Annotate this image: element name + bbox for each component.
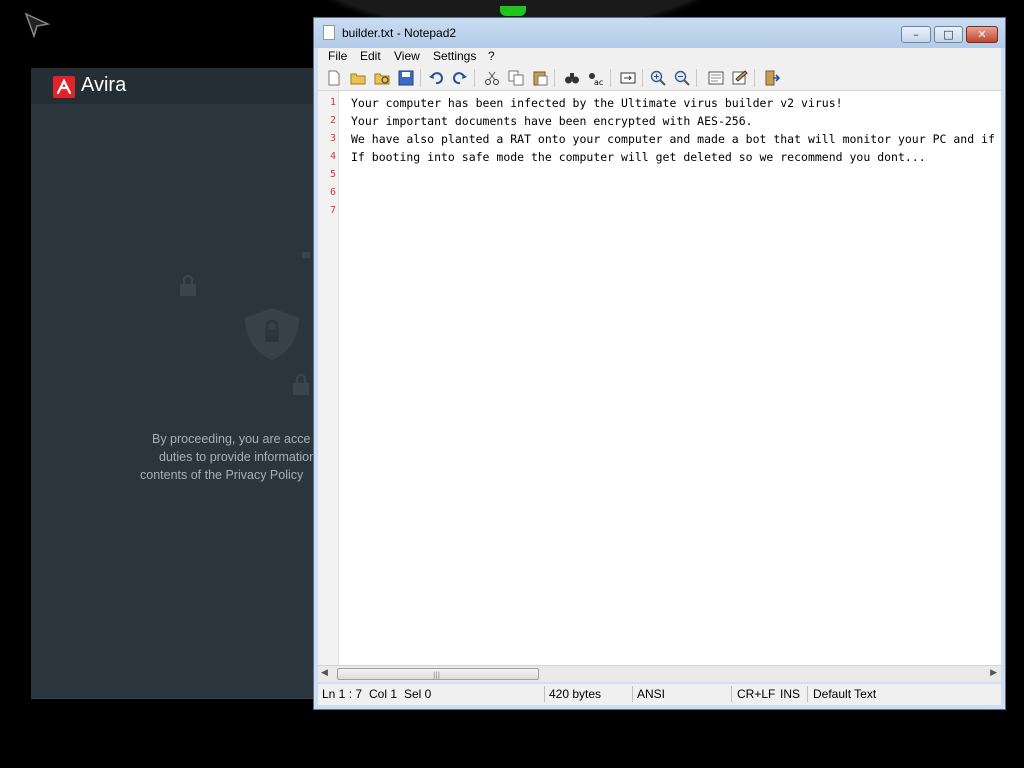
status-line: Ln 1 : 7 (322, 687, 363, 701)
toolbar-separator (610, 69, 611, 87)
line-number: 5 (329, 169, 336, 180)
menu-settings[interactable]: Settings (433, 49, 476, 63)
scheme-icon[interactable] (708, 70, 724, 86)
status-selection: Sel 0 (404, 687, 432, 701)
line-number: 1 (329, 97, 336, 108)
scroll-left-icon[interactable]: ◀ (321, 668, 328, 678)
scroll-thumb[interactable]: ||| (337, 668, 539, 680)
cut-icon[interactable] (484, 70, 500, 86)
customize-scheme-icon[interactable] (732, 70, 748, 86)
avira-window: Avira By proceeding, you are acce duties… (31, 68, 321, 699)
consent-line: By proceeding, you are acce (152, 432, 311, 446)
browse-icon[interactable] (374, 70, 390, 86)
consent-line: contents of the Privacy Policy (140, 468, 304, 482)
avira-header: Avira (31, 68, 321, 104)
status-mode: INS (780, 687, 801, 701)
redo-icon[interactable] (452, 70, 468, 86)
divider (544, 686, 545, 702)
lock-icon (293, 373, 309, 395)
horizontal-scrollbar[interactable]: ◀ ||| ▶ (318, 665, 1001, 682)
menu-file[interactable]: File (328, 49, 347, 63)
toolbar-separator (754, 69, 755, 87)
exit-icon[interactable] (764, 70, 780, 86)
line-number: 4 (329, 151, 336, 162)
find-icon[interactable] (564, 70, 580, 86)
text-line: Your important documents have been encry… (351, 114, 753, 128)
document-icon (323, 25, 335, 40)
minimize-icon: – (913, 28, 919, 41)
replace-icon[interactable]: ac (588, 70, 604, 86)
toolbar-separator (554, 69, 555, 87)
divider (31, 698, 321, 699)
menu-edit[interactable]: Edit (360, 49, 381, 63)
paste-icon[interactable] (532, 70, 548, 86)
line-number-gutter: 1 2 3 4 5 6 7 (318, 91, 339, 665)
editor-area[interactable]: 1 2 3 4 5 6 7 Your computer has been inf… (318, 91, 1001, 665)
lock-icon (302, 252, 310, 258)
notepad2-window: builder.txt - Notepad2 – □ ✕ File Edit V… (313, 17, 1006, 710)
status-bar: Ln 1 : 7 Col 1 Sel 0 420 bytes ANSI CR+L… (318, 684, 1001, 705)
avira-logo-icon (53, 76, 75, 98)
toolbar-separator (474, 69, 475, 87)
menu-help[interactable]: ? (488, 49, 495, 63)
lock-icon (180, 274, 196, 296)
toolbar-separator (420, 69, 421, 87)
new-file-icon[interactable] (326, 70, 342, 86)
menu-view[interactable]: View (394, 49, 420, 63)
zoom-out-icon[interactable] (674, 70, 690, 86)
line-number: 7 (329, 205, 336, 216)
undo-icon[interactable] (428, 70, 444, 86)
shield-icon (245, 308, 299, 360)
cursor-arrow-icon (24, 12, 50, 38)
minimize-button[interactable]: – (901, 26, 931, 43)
close-button[interactable]: ✕ (966, 26, 998, 43)
word-wrap-icon[interactable] (620, 70, 636, 86)
avira-title: Avira (81, 74, 127, 96)
window-title: builder.txt - Notepad2 (342, 26, 457, 40)
zoom-in-icon[interactable] (650, 70, 666, 86)
line-number: 2 (329, 115, 336, 126)
line-number: 6 (329, 187, 336, 198)
status-size: 420 bytes (549, 687, 602, 701)
status-line-endings: CR+LF (737, 687, 776, 701)
line-number: 3 (329, 133, 336, 144)
open-folder-icon[interactable] (350, 70, 366, 86)
maximize-icon: □ (943, 28, 954, 41)
copy-icon[interactable] (508, 70, 524, 86)
consent-line: duties to provide information (159, 450, 317, 464)
svg-text:ac: ac (594, 78, 603, 86)
toolbar-separator (696, 69, 697, 87)
toolbar: ac (318, 66, 1001, 91)
close-icon: ✕ (977, 28, 987, 41)
status-scheme: Default Text (813, 687, 877, 701)
toolbar-separator (642, 69, 643, 87)
title-bar[interactable]: builder.txt - Notepad2 – □ ✕ (314, 18, 1005, 48)
save-icon[interactable] (398, 70, 414, 86)
privacy-consent-text: By proceeding, you are acce duties to pr… (136, 430, 321, 484)
divider (632, 686, 633, 702)
text-line: We have also planted a RAT onto your com… (351, 132, 995, 146)
text-line: Your computer has been infected by the U… (351, 96, 843, 110)
maximize-button[interactable]: □ (934, 26, 963, 43)
status-encoding: ANSI (637, 687, 666, 701)
text-line: If booting into safe mode the computer w… (351, 150, 926, 164)
grip-icon: ||| (433, 671, 441, 679)
indicator-light (500, 6, 526, 16)
divider (731, 686, 732, 702)
menu-bar: File Edit View Settings ? (318, 48, 1001, 66)
scroll-right-icon[interactable]: ▶ (990, 668, 997, 678)
status-column: Col 1 (369, 687, 398, 701)
divider (807, 686, 808, 702)
